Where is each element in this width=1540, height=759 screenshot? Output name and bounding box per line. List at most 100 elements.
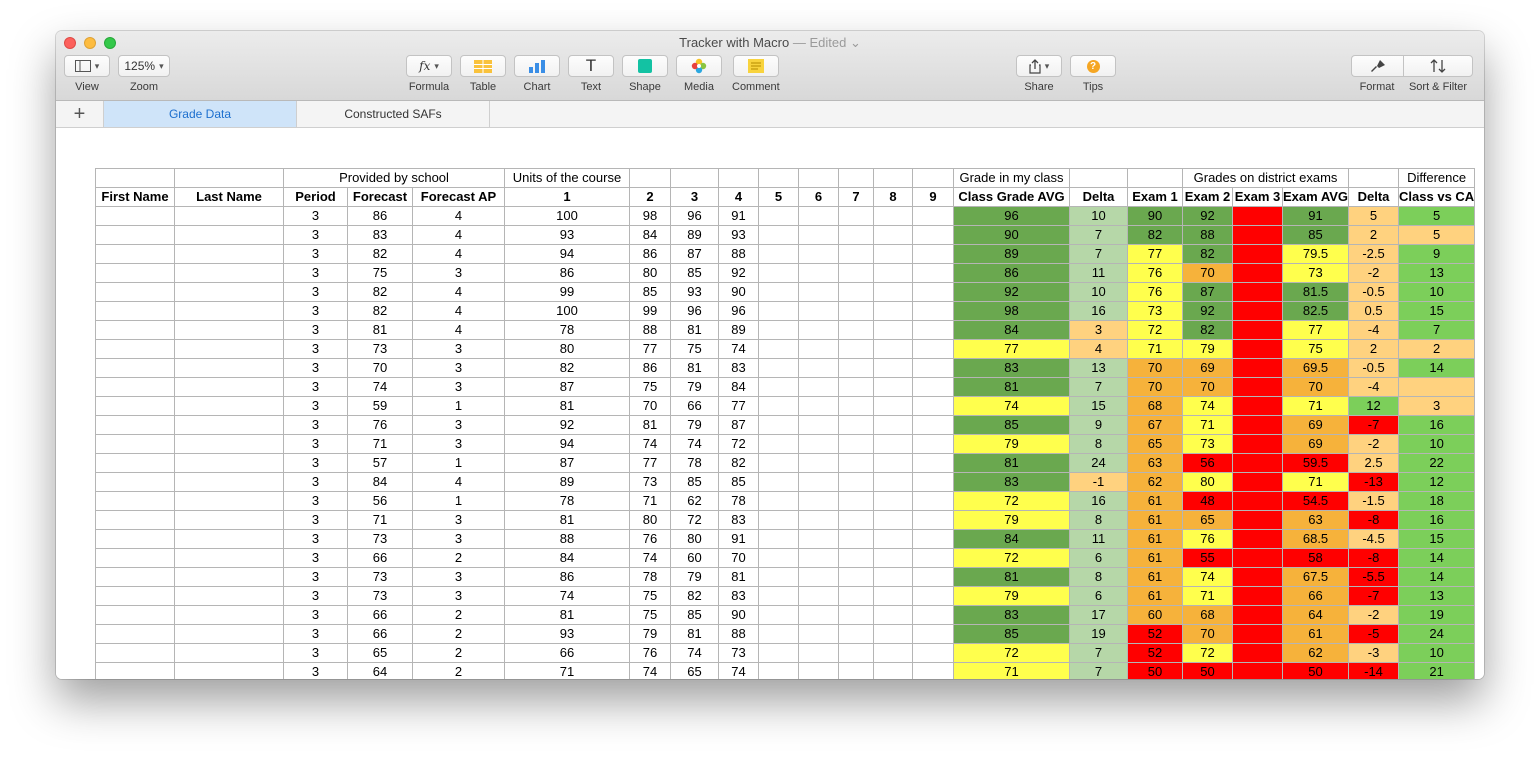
table-cell[interactable]: 74: [629, 434, 671, 454]
table-cell[interactable]: 64: [347, 662, 413, 679]
table-cell[interactable]: 72: [1127, 320, 1183, 340]
table-cell[interactable]: 58: [1281, 548, 1350, 568]
table-cell[interactable]: [873, 396, 913, 416]
table-cell[interactable]: 6: [1069, 586, 1128, 606]
table-cell[interactable]: [912, 377, 954, 397]
table-cell[interactable]: 92: [1182, 206, 1233, 226]
table-cell[interactable]: 70: [1182, 263, 1233, 283]
table-cell[interactable]: 98: [953, 301, 1070, 321]
table-cell[interactable]: -1: [1069, 472, 1128, 492]
table-cell[interactable]: 87: [670, 244, 719, 264]
table-cell[interactable]: [798, 529, 839, 549]
table-cell[interactable]: [798, 605, 839, 625]
table-cell[interactable]: [798, 358, 839, 378]
table-cell[interactable]: 63: [1127, 453, 1183, 473]
column-header[interactable]: Delta: [1348, 187, 1400, 207]
table-cell[interactable]: 90: [718, 282, 759, 302]
table-cell[interactable]: [838, 301, 874, 321]
table-cell[interactable]: -5.5: [1348, 567, 1400, 587]
table-cell[interactable]: [174, 358, 284, 378]
column-header[interactable]: Last Name: [174, 187, 284, 207]
header-cell[interactable]: [758, 168, 799, 188]
column-header[interactable]: 1: [504, 187, 630, 207]
table-cell[interactable]: [1232, 244, 1283, 264]
table-cell[interactable]: 70: [1127, 377, 1183, 397]
table-cell[interactable]: 69: [1182, 358, 1233, 378]
table-cell[interactable]: 50: [1127, 662, 1183, 679]
table-cell[interactable]: 100: [504, 301, 630, 321]
table-cell[interactable]: 78: [670, 453, 719, 473]
table-cell[interactable]: [174, 282, 284, 302]
table-cell[interactable]: 99: [504, 282, 630, 302]
table-cell[interactable]: 77: [953, 339, 1070, 359]
table-cell[interactable]: 91: [718, 206, 759, 226]
table-cell[interactable]: [95, 605, 175, 625]
table-cell[interactable]: 4: [412, 206, 505, 226]
table-cell[interactable]: [873, 206, 913, 226]
table-cell[interactable]: [838, 206, 874, 226]
table-cell[interactable]: [798, 510, 839, 530]
table-cell[interactable]: 76: [1127, 282, 1183, 302]
table-cell[interactable]: 81: [953, 453, 1070, 473]
table-cell[interactable]: [873, 301, 913, 321]
header-cell[interactable]: [1348, 168, 1400, 188]
table-cell[interactable]: 70: [718, 548, 759, 568]
table-cell[interactable]: 81: [504, 510, 630, 530]
table-cell[interactable]: -2: [1348, 605, 1400, 625]
table-cell[interactable]: 80: [670, 529, 719, 549]
table-cell[interactable]: [95, 225, 175, 245]
table-cell[interactable]: 3: [283, 567, 348, 587]
table-cell[interactable]: 75: [347, 263, 413, 283]
table-cell[interactable]: 86: [347, 206, 413, 226]
table-cell[interactable]: 7: [1398, 320, 1476, 340]
table-cell[interactable]: 3: [283, 263, 348, 283]
table-cell[interactable]: [1232, 358, 1283, 378]
table-cell[interactable]: 61: [1127, 510, 1183, 530]
sort-filter-button[interactable]: [1403, 55, 1473, 77]
table-cell[interactable]: 82: [1182, 244, 1233, 264]
table-cell[interactable]: [95, 206, 175, 226]
table-cell[interactable]: 82: [1127, 225, 1183, 245]
table-cell[interactable]: 3: [283, 415, 348, 435]
table-cell[interactable]: [873, 491, 913, 511]
table-cell[interactable]: 70: [1127, 358, 1183, 378]
table-cell[interactable]: [798, 472, 839, 492]
table-cell[interactable]: 66: [347, 624, 413, 644]
table-cell[interactable]: 71: [629, 491, 671, 511]
table-cell[interactable]: [174, 415, 284, 435]
table-cell[interactable]: 96: [718, 301, 759, 321]
table-cell[interactable]: 74: [953, 396, 1070, 416]
table-cell[interactable]: 56: [347, 491, 413, 511]
table-cell[interactable]: [174, 605, 284, 625]
table-cell[interactable]: [758, 301, 799, 321]
table-cell[interactable]: [912, 415, 954, 435]
table-cell[interactable]: [798, 263, 839, 283]
table-cell[interactable]: [1232, 206, 1283, 226]
chevron-down-icon[interactable]: ⌄: [850, 35, 861, 50]
table-cell[interactable]: [798, 548, 839, 568]
table-cell[interactable]: 14: [1398, 548, 1476, 568]
table-cell[interactable]: 61: [1127, 491, 1183, 511]
table-cell[interactable]: 82: [347, 282, 413, 302]
table-cell[interactable]: 82: [670, 586, 719, 606]
table-cell[interactable]: [758, 605, 799, 625]
table-cell[interactable]: 7: [1069, 377, 1128, 397]
table-cell[interactable]: [838, 605, 874, 625]
text-control[interactable]: T Text: [568, 55, 614, 93]
table-cell[interactable]: [758, 624, 799, 644]
table-cell[interactable]: 77: [1127, 244, 1183, 264]
table-cell[interactable]: [873, 529, 913, 549]
table-cell[interactable]: 96: [670, 301, 719, 321]
table-cell[interactable]: 11: [1069, 529, 1128, 549]
table-cell[interactable]: 74: [347, 377, 413, 397]
table-cell[interactable]: [758, 282, 799, 302]
table-cell[interactable]: 90: [953, 225, 1070, 245]
table-cell[interactable]: 74: [629, 548, 671, 568]
table-cell[interactable]: [758, 434, 799, 454]
table-cell[interactable]: 76: [347, 415, 413, 435]
table-cell[interactable]: [912, 586, 954, 606]
header-cell[interactable]: [1127, 168, 1183, 188]
table-cell[interactable]: [798, 377, 839, 397]
table-cell[interactable]: 81: [670, 358, 719, 378]
table-cell[interactable]: 88: [718, 624, 759, 644]
